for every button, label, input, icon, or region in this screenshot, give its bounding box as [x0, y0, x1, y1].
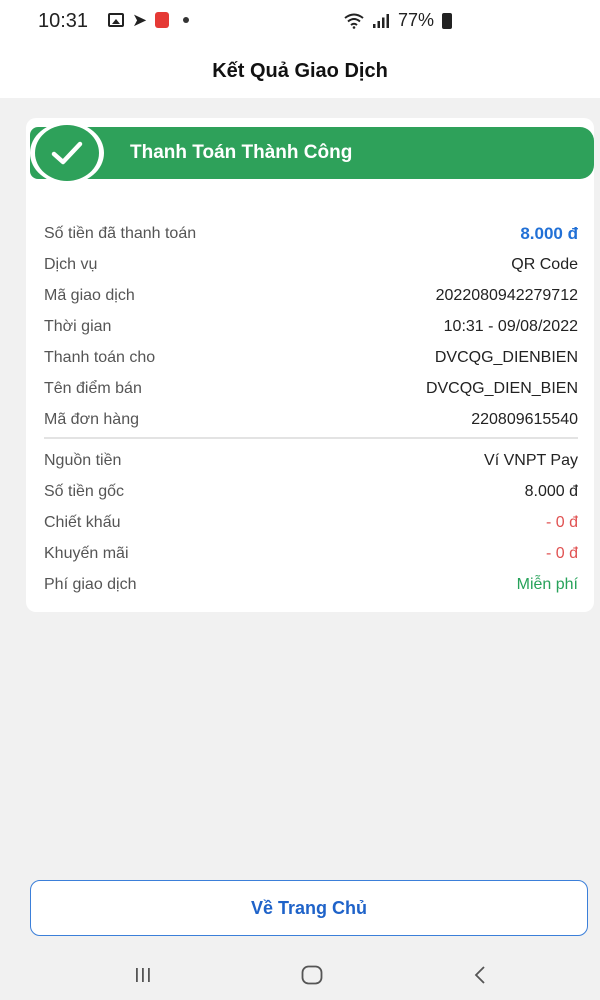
detail-value: 2022080942279712 — [435, 286, 578, 304]
status-bar: 10:31 ➤ 77% — [0, 0, 600, 44]
payment-label: Chiết khấu — [44, 513, 121, 531]
payment-row-promotion: Khuyến mãi - 0 đ — [44, 538, 578, 569]
detail-value: 10:31 - 09/08/2022 — [443, 317, 578, 335]
detail-row-service: Dịch vụ QR Code — [44, 249, 578, 280]
wifi-icon — [344, 13, 364, 29]
system-icons: 77% — [344, 10, 452, 31]
back-chevron-icon — [474, 966, 485, 984]
transaction-details: Số tiền đã thanh toán 8.000 đ Dịch vụ QR… — [44, 218, 578, 435]
back-nav-button[interactable] — [465, 962, 495, 988]
detail-row-amount-paid: Số tiền đã thanh toán 8.000 đ — [44, 218, 578, 249]
success-banner: Thanh Toán Thành Công — [30, 127, 594, 179]
app-notification-icon — [155, 12, 170, 28]
detail-label: Tên điểm bán — [44, 379, 142, 397]
detail-label: Thời gian — [44, 317, 112, 335]
payment-value: - 0 đ — [545, 544, 578, 562]
detail-row-pay-to: Thanh toán cho DVCQG_DIENBIEN — [44, 342, 578, 373]
payment-row-discount: Chiết khấu - 0 đ — [44, 507, 578, 538]
payment-value: - 0 đ — [545, 513, 578, 531]
detail-value: QR Code — [511, 255, 578, 273]
detail-row-merchant: Tên điểm bán DVCQG_DIEN_BIEN — [44, 373, 578, 404]
system-navigation-bar — [0, 950, 600, 1000]
payment-label: Nguồn tiền — [44, 451, 122, 469]
success-status-text: Thanh Toán Thành Công — [130, 142, 353, 163]
success-check-badge — [30, 122, 104, 184]
back-to-home-button[interactable]: Về Trang Chủ — [30, 880, 588, 936]
detail-row-transaction-id: Mã giao dịch 2022080942279712 — [44, 280, 578, 311]
payment-breakdown: Nguồn tiền Ví VNPT Pay Số tiền gốc 8.000… — [44, 445, 578, 600]
detail-label: Thanh toán cho — [44, 348, 156, 366]
payment-label: Khuyến mãi — [44, 544, 129, 562]
detail-label: Số tiền đã thanh toán — [44, 224, 197, 242]
detail-value: 8.000 đ — [520, 223, 578, 243]
payment-row-source: Nguồn tiền Ví VNPT Pay — [44, 445, 578, 476]
recent-apps-button[interactable] — [128, 962, 158, 988]
detail-value: DVCQG_DIEN_BIEN — [425, 379, 578, 397]
check-icon — [35, 125, 99, 181]
status-time: 10:31 — [38, 10, 89, 32]
signal-icon — [372, 13, 389, 28]
divider — [44, 437, 578, 439]
detail-value: 220809615540 — [471, 410, 578, 428]
more-notifications-dot-icon — [183, 17, 190, 23]
gallery-icon — [108, 13, 124, 27]
page-title: Kết Quả Giao Dịch — [212, 60, 388, 82]
detail-label: Dịch vụ — [44, 255, 98, 273]
detail-value: DVCQG_DIENBIEN — [434, 348, 578, 366]
app-header: Kết Quả Giao Dịch — [0, 44, 600, 98]
detail-label: Mã đơn hàng — [44, 410, 139, 428]
recent-apps-icon — [136, 968, 150, 982]
home-nav-icon — [301, 965, 323, 985]
payment-row-original-amount: Số tiền gốc 8.000 đ — [44, 476, 578, 507]
detail-label: Mã giao dịch — [44, 286, 135, 304]
payment-value: Miễn phí — [516, 575, 578, 593]
payment-value: 8.000 đ — [524, 482, 578, 500]
payment-value: Ví VNPT Pay — [484, 451, 578, 469]
home-nav-button[interactable] — [297, 962, 327, 988]
battery-icon — [442, 12, 452, 29]
payment-label: Số tiền gốc — [44, 482, 125, 500]
send-icon: ➤ — [132, 10, 148, 30]
detail-row-time: Thời gian 10:31 - 09/08/2022 — [44, 311, 578, 342]
notification-icons: ➤ — [108, 10, 190, 30]
payment-label: Phí giao dịch — [44, 575, 137, 593]
payment-row-fee: Phí giao dịch Miễn phí — [44, 569, 578, 600]
battery-percent: 77% — [397, 10, 434, 30]
detail-row-order-id: Mã đơn hàng 220809615540 — [44, 404, 578, 435]
